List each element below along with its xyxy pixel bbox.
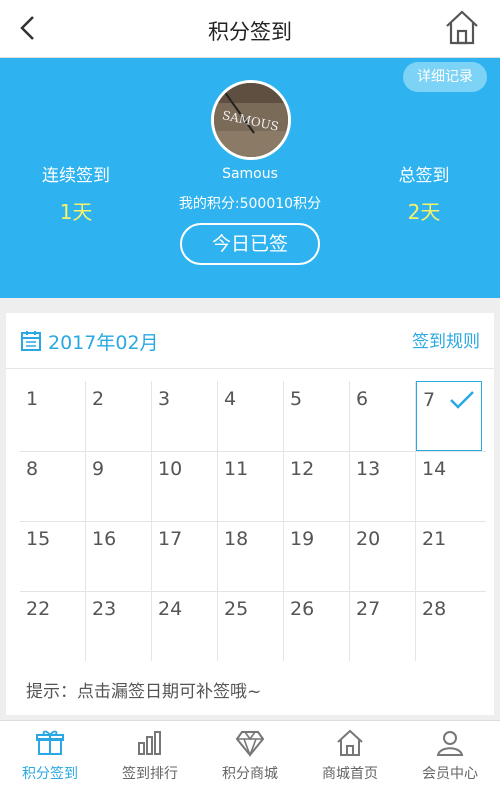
day-number: 5 xyxy=(290,388,303,410)
day-number: 21 xyxy=(422,528,447,550)
total-stat: 总签到 2天 xyxy=(364,161,484,225)
day-number: 24 xyxy=(158,598,183,620)
calendar-day[interactable]: 12 xyxy=(284,451,350,521)
tab-gift[interactable]: 积分签到 xyxy=(0,721,100,789)
calendar-day[interactable]: 2 xyxy=(86,381,152,451)
day-number: 14 xyxy=(422,458,447,480)
calendar-day[interactable]: 8 xyxy=(20,451,86,521)
calendar-day[interactable]: 19 xyxy=(284,521,350,591)
calendar-day[interactable]: 13 xyxy=(350,451,416,521)
day-number: 15 xyxy=(26,528,51,550)
day-number: 25 xyxy=(224,598,249,620)
avatar: SAMOUS xyxy=(211,80,291,160)
calendar-day[interactable]: 11 xyxy=(218,451,284,521)
bar-chart-icon xyxy=(138,731,161,755)
day-number: 22 xyxy=(26,598,51,620)
tab-label: 商城首页 xyxy=(322,766,378,782)
calendar-month: 2017年02月 xyxy=(48,332,159,354)
user-icon xyxy=(436,731,464,756)
calendar-day[interactable]: 21 xyxy=(416,521,482,591)
calendar-day[interactable]: 16 xyxy=(86,521,152,591)
calendar-card: 2017年02月 签到规则 1 2 3 4 5 6 7 8 9 10 11 12 13 14 15 16 17 1… xyxy=(6,313,494,715)
day-number: 4 xyxy=(224,388,237,410)
calendar-day[interactable]: 4 xyxy=(218,381,284,451)
makeup-tip: 提示：点击漏签日期可补签哦~ xyxy=(26,682,262,702)
tab-label: 积分商城 xyxy=(222,766,278,782)
calendar-grid: 1 2 3 4 5 6 7 8 9 10 11 12 13 14 15 16 17 18 19 20 21 22 23 24 2… xyxy=(20,381,486,663)
calendar-icon xyxy=(21,331,41,351)
tab-label: 签到排行 xyxy=(122,766,178,782)
profile-banner: 详细记录 SAMOUS 连续签到 1天 Samous 我的积分:500010积分… xyxy=(0,58,500,298)
day-number: 23 xyxy=(92,598,117,620)
day-number: 27 xyxy=(356,598,381,620)
sign-rules-link[interactable]: 签到规则 xyxy=(412,327,480,352)
calendar-day[interactable]: 9 xyxy=(86,451,152,521)
calendar-day[interactable]: 20 xyxy=(350,521,416,591)
home-icon xyxy=(337,729,363,756)
calendar-day[interactable]: 15 xyxy=(20,521,86,591)
calendar-day[interactable]: 5 xyxy=(284,381,350,451)
day-number: 1 xyxy=(26,388,39,410)
day-number: 12 xyxy=(290,458,315,480)
day-number: 19 xyxy=(290,528,315,550)
page-title: 积分签到 xyxy=(208,20,292,44)
tab-home[interactable]: 商城首页 xyxy=(300,721,400,789)
day-number: 6 xyxy=(356,388,369,410)
calendar-day[interactable]: 18 xyxy=(218,521,284,591)
calendar-day[interactable]: 23 xyxy=(86,591,152,661)
tab-label: 会员中心 xyxy=(422,766,478,782)
calendar-day[interactable]: 24 xyxy=(152,591,218,661)
calendar-day[interactable]: 28 xyxy=(416,591,482,661)
day-number: 2 xyxy=(92,388,105,410)
day-number: 9 xyxy=(92,458,105,480)
detail-records-button[interactable]: 详细记录 xyxy=(403,62,487,92)
calendar-day[interactable]: 1 xyxy=(20,381,86,451)
calendar-day-signed[interactable]: 7 xyxy=(416,381,482,451)
day-number: 3 xyxy=(158,388,171,410)
day-number: 17 xyxy=(158,528,183,550)
calendar-day[interactable]: 3 xyxy=(152,381,218,451)
day-number: 26 xyxy=(290,598,315,620)
tab-diamond[interactable]: 积分商城 xyxy=(200,721,300,789)
calendar-day[interactable]: 6 xyxy=(350,381,416,451)
tab-user[interactable]: 会员中心 xyxy=(400,721,500,789)
checkmark-icon xyxy=(450,391,474,409)
total-label: 总签到 xyxy=(398,166,450,186)
signed-today-button[interactable]: 今日已签 xyxy=(180,223,320,265)
tab-label: 积分签到 xyxy=(22,766,78,782)
calendar-day[interactable]: 22 xyxy=(20,591,86,661)
calendar-day[interactable]: 17 xyxy=(152,521,218,591)
calendar-day[interactable]: 27 xyxy=(350,591,416,661)
calendar-day[interactable]: 25 xyxy=(218,591,284,661)
day-number: 16 xyxy=(92,528,117,550)
calendar-day[interactable]: 14 xyxy=(416,451,482,521)
calendar-day[interactable]: 10 xyxy=(152,451,218,521)
day-number: 28 xyxy=(422,598,447,620)
day-number: 7 xyxy=(423,389,436,411)
day-number: 18 xyxy=(224,528,249,550)
bottom-tab-bar: 积分签到 签到排行 积分商城 商城首页 会员中心 xyxy=(0,720,500,789)
day-number: 20 xyxy=(356,528,381,550)
day-number: 10 xyxy=(158,458,183,480)
day-number: 8 xyxy=(26,458,39,480)
total-value: 2天 xyxy=(407,200,441,224)
home-icon[interactable] xyxy=(444,8,480,46)
gift-icon xyxy=(36,730,64,755)
top-bar: 积分签到 xyxy=(0,0,500,58)
calendar-day[interactable]: 26 xyxy=(284,591,350,661)
tab-bar-chart[interactable]: 签到排行 xyxy=(100,721,200,789)
day-number: 11 xyxy=(224,458,249,480)
day-number: 13 xyxy=(356,458,381,480)
calendar-header: 2017年02月 签到规则 xyxy=(6,313,494,369)
diamond-icon xyxy=(236,731,264,757)
